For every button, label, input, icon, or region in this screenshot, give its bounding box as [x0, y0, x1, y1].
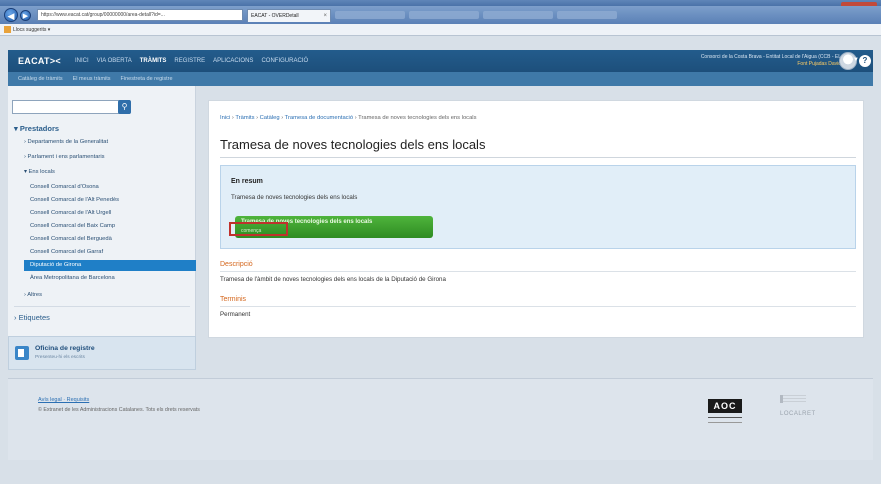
sidebar-subitem[interactable]: Consell Comarcal del Berguedà — [30, 236, 112, 242]
address-bar-row: ◀ ▶ https://www.eacat.cat/group/00000000… — [0, 6, 881, 24]
browser-tab-active[interactable]: EACAT - OVERDetall × — [247, 8, 331, 22]
divider — [14, 306, 190, 307]
subnav-meus-tramits[interactable]: El meus tràmits — [73, 76, 111, 82]
back-icon[interactable]: ◀ — [4, 8, 18, 22]
subnav-finestreta[interactable]: Finestreta de registre — [121, 76, 173, 82]
breadcrumb-tramesa[interactable]: Tramesa de documentació — [285, 115, 353, 121]
browser-tab[interactable] — [483, 11, 553, 19]
summary-description: Tramesa de noves tecnologies dels ens lo… — [231, 194, 358, 201]
page-title: Tramesa de noves tecnologies dels ens lo… — [220, 137, 486, 152]
sidebar-subitem[interactable]: Àrea Metropolitana de Barcelona — [30, 275, 115, 281]
aoc-logo-text: AOC — [713, 401, 737, 411]
sidebar: ⚲ ▾ Prestadors › Departaments de la Gene… — [8, 86, 196, 370]
menu-configuracio[interactable]: CONFIGURACIÓ — [261, 58, 308, 64]
sidebar-subitem-selected[interactable]: Diputació de Girona — [24, 260, 196, 271]
subnav-cataleg[interactable]: Catàleg de tràmits — [18, 76, 63, 82]
office-title: Oficina de registre — [35, 345, 95, 352]
sidebar-title-prestadors[interactable]: ▾ Prestadors — [14, 124, 59, 133]
menu-aplicacions[interactable]: APLICACIONS — [213, 58, 253, 64]
browser-tab[interactable] — [557, 11, 617, 19]
sidebar-subitem[interactable]: Consell Comarcal del Garraf — [30, 249, 103, 255]
sidebar-item-departaments[interactable]: › Departaments de la Generalitat — [24, 139, 108, 145]
divider — [220, 157, 856, 158]
breadcrumb-tramits[interactable]: Tràmits — [235, 115, 254, 121]
user-name[interactable]: Font Pujadas David — [701, 61, 841, 68]
browser-tab[interactable] — [335, 11, 405, 19]
sidebar-item-label: Ens locals — [28, 169, 55, 175]
aoc-logo[interactable]: AOC — [708, 399, 742, 413]
favorites-bar: Llocs suggerits ▾ — [0, 24, 881, 36]
aoc-logo-subtitle — [708, 417, 742, 423]
sidebar-title-etiquetes[interactable]: › Etiquetes — [14, 313, 50, 322]
sidebar-item-label: Departaments de la Generalitat — [27, 139, 109, 145]
main-content: Inici › Tràmits › Catàleg › Tramesa de d… — [208, 100, 864, 338]
office-registre-box[interactable]: Oficina de registre Presenteu-hi els esc… — [8, 336, 196, 370]
annotation-highlight-box — [229, 222, 288, 236]
footer-copyright: © Extranet de les Administracions Catala… — [38, 407, 200, 413]
help-icon[interactable]: ? — [859, 55, 871, 67]
document-icon — [15, 346, 29, 360]
sidebar-title-label: Etiquetes — [18, 313, 50, 322]
breadcrumb-current: Tramesa de noves tecnologies dels ens lo… — [358, 115, 477, 121]
close-icon[interactable]: × — [323, 10, 327, 22]
menu-inici[interactable]: INICI — [75, 58, 89, 64]
sidebar-item-label: Altres — [27, 292, 43, 298]
sidebar-item-altres[interactable]: › Altres — [24, 292, 42, 298]
sidebar-subitem[interactable]: Consell Comarcal de l'Alt Penedès — [30, 197, 119, 203]
section-text-terminis: Permanent — [220, 311, 251, 318]
breadcrumb: Inici › Tràmits › Catàleg › Tramesa de d… — [220, 115, 477, 121]
section-text-descripcio: Tramesa de l'àmbit de noves tecnologies … — [220, 276, 446, 283]
sidebar-subitem[interactable]: Consell Comarcal de l'Alt Urgell — [30, 210, 111, 216]
breadcrumb-cataleg[interactable]: Catàleg — [260, 115, 280, 121]
app-header: EACAT>< INICI VIA OBERTA TRÀMITS REGISTR… — [8, 50, 873, 72]
generalitat-logo[interactable] — [780, 395, 806, 403]
localret-logo[interactable]: LOCALRET — [780, 411, 816, 417]
summary-title: En resum — [231, 178, 263, 185]
forward-icon[interactable]: ▶ — [20, 9, 31, 21]
favorites-link[interactable]: Llocs suggerits ▾ — [13, 27, 50, 33]
eacat-logo[interactable]: EACAT>< — [8, 56, 61, 66]
menu-tramits[interactable]: TRÀMITS — [140, 58, 167, 64]
tab-title: EACAT - OVERDetall — [251, 12, 299, 19]
summary-box: En resum Tramesa de noves tecnologies de… — [220, 165, 856, 249]
sub-navigation: Catàleg de tràmits El meus tràmits Fines… — [8, 72, 873, 86]
sidebar-title-label: Prestadors — [19, 124, 60, 133]
section-title-terminis: Terminis — [220, 296, 247, 303]
search-icon[interactable]: ⚲ — [118, 100, 131, 114]
search-input[interactable] — [12, 100, 130, 114]
user-info: Consorci de la Costa Brava - Entitat Loc… — [701, 54, 841, 68]
sidebar-item-ens-locals[interactable]: ▾ Ens locals — [24, 169, 55, 175]
divider — [220, 271, 856, 272]
sidebar-subitem[interactable]: Consell Comarcal d'Osona — [30, 184, 99, 190]
browser-tab[interactable] — [409, 11, 479, 19]
office-subtitle: Presenteu-hi els escrits — [35, 355, 85, 360]
favorites-star-icon — [4, 26, 11, 34]
sidebar-subitem-label: Diputació de Girona — [30, 262, 82, 268]
sidebar-subitem[interactable]: Consell Comarcal del Baix Camp — [30, 223, 115, 229]
footer: Avís legal · Requisits © Extranet de les… — [8, 378, 873, 460]
sidebar-item-parlament[interactable]: › Parlament i ens parlamentaris — [24, 154, 105, 160]
main-menu: INICI VIA OBERTA TRÀMITS REGISTRE APLICA… — [75, 58, 308, 64]
section-title-descripcio: Descripció — [220, 261, 253, 268]
entity-name: Consorci de la Costa Brava - Entitat Loc… — [700, 54, 841, 60]
footer-links[interactable]: Avís legal · Requisits — [38, 397, 89, 403]
menu-registre[interactable]: REGISTRE — [174, 58, 205, 64]
url-field[interactable]: https://www.eacat.cat/group/00000000/are… — [37, 9, 243, 21]
divider — [220, 306, 856, 307]
menu-via-oberta[interactable]: VIA OBERTA — [97, 58, 132, 64]
breadcrumb-inici[interactable]: Inici — [220, 115, 230, 121]
sidebar-item-label: Parlament i ens parlamentaris — [27, 154, 105, 160]
